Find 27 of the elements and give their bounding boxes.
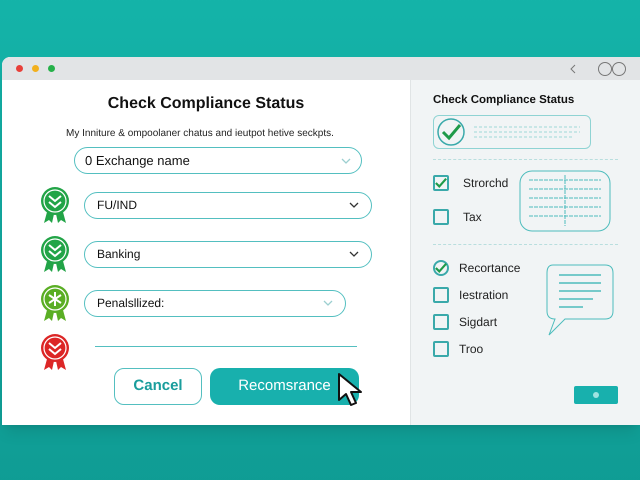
category-select[interactable]: Penalsllized: [84, 290, 346, 316]
form-title: Check Compliance Status [108, 94, 304, 114]
check-circle-icon [436, 117, 466, 148]
checkbox[interactable] [433, 209, 449, 226]
checkbox-label: Troo [459, 341, 484, 358]
checkbox-label: Strorchd [463, 175, 508, 192]
checkbox-label: Recortance [459, 260, 520, 278]
chevron-down-icon [349, 202, 359, 208]
category-select[interactable]: Banking [84, 240, 372, 268]
checkbox-label: Tax [463, 209, 482, 226]
text-lines-icon [472, 124, 582, 140]
checkbox[interactable] [433, 341, 449, 358]
checkbox-label: Iestration [459, 287, 508, 304]
exchange-select[interactable]: 0 Exchange name [74, 147, 362, 174]
checkbox[interactable] [433, 260, 449, 276]
form-description: My Inniture & ompoolaner chatus and ieutpot hetive seckpts. [66, 127, 334, 141]
category-select[interactable]: FU/IND [84, 192, 372, 218]
small-button[interactable] [574, 386, 618, 404]
checkbox[interactable] [433, 314, 449, 330]
chevron-down-icon [341, 158, 351, 164]
checkbox[interactable] [433, 175, 449, 192]
checkbox-label: Sigdart [459, 314, 498, 332]
cursor-icon [337, 372, 365, 408]
checkbox[interactable] [433, 287, 449, 304]
side-title: Check Compliance Status [433, 93, 576, 108]
chevron-down-icon [323, 300, 333, 306]
chevron-down-icon [349, 251, 359, 257]
